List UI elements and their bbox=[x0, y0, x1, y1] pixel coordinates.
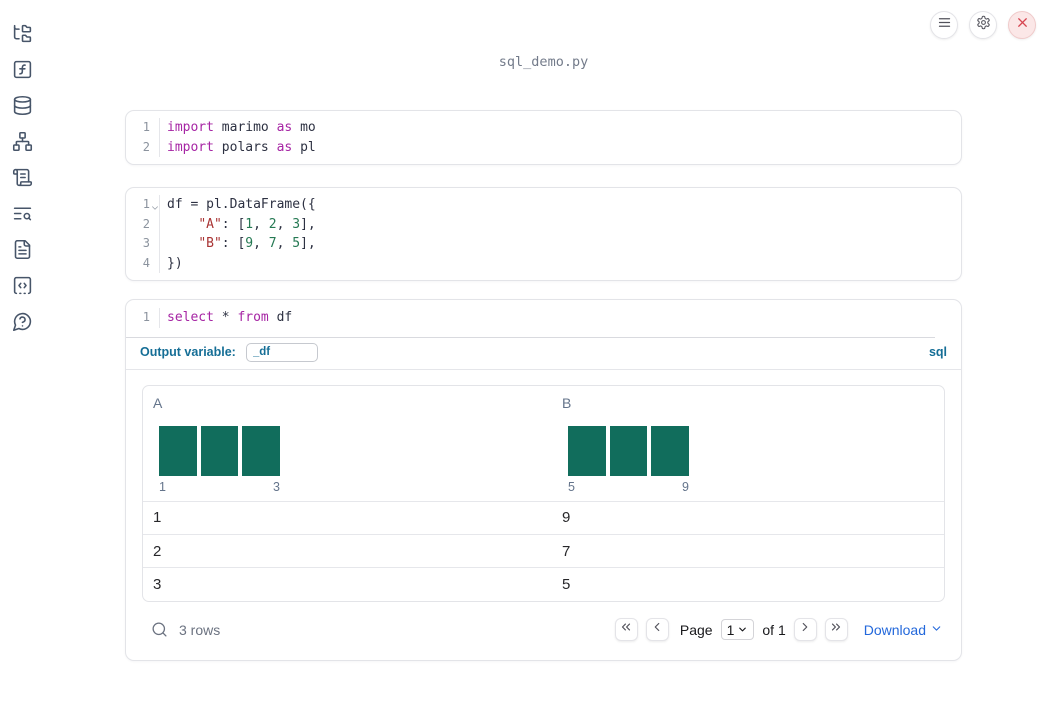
window-controls bbox=[930, 11, 1036, 39]
histogram-bar bbox=[200, 425, 239, 476]
code-line[interactable]: import marimo as mo bbox=[167, 118, 316, 138]
help-circle-icon[interactable] bbox=[12, 311, 33, 332]
table-cell: 9 bbox=[562, 509, 571, 527]
fold-chevron-icon[interactable] bbox=[150, 200, 160, 210]
sql-editor[interactable]: 1 select * from df bbox=[126, 300, 961, 337]
menu-button[interactable] bbox=[930, 11, 958, 39]
code-text: select * from df bbox=[160, 308, 292, 328]
line-number: 1 bbox=[142, 310, 150, 324]
page-select[interactable]: 1 bbox=[720, 619, 755, 641]
code-cell-imports: 1 2 import marimo as mo import polars as… bbox=[125, 110, 962, 165]
code-line[interactable]: df = pl.DataFrame({ bbox=[167, 195, 316, 215]
table-cell: 5 bbox=[562, 575, 571, 593]
last-page-button[interactable] bbox=[824, 618, 848, 642]
code-line[interactable]: }) bbox=[167, 254, 316, 274]
row-count: 3 rows bbox=[179, 621, 221, 638]
scroll-icon[interactable] bbox=[12, 167, 33, 188]
histogram-bar bbox=[609, 425, 648, 476]
table-cell: 1 bbox=[153, 509, 162, 527]
table-cell: 2 bbox=[153, 542, 162, 560]
previous-page-button[interactable] bbox=[645, 618, 669, 642]
line-number: 2 bbox=[142, 216, 150, 231]
table-row[interactable]: 1 9 bbox=[143, 500, 944, 534]
line-number-gutter: 1 bbox=[126, 308, 160, 328]
column-title: A bbox=[153, 394, 163, 411]
line-number: 1 bbox=[142, 197, 150, 211]
document-icon[interactable] bbox=[12, 239, 33, 260]
table-row[interactable]: 2 7 bbox=[143, 533, 944, 567]
page-select-value: 1 bbox=[726, 621, 735, 638]
chevron-right-icon bbox=[798, 620, 812, 639]
code-text: import marimo as mo import polars as pl bbox=[160, 118, 316, 157]
line-number: 4 bbox=[142, 255, 150, 270]
line-number: 2 bbox=[142, 139, 150, 154]
code-brackets-icon[interactable] bbox=[12, 275, 33, 296]
histogram-bar bbox=[651, 425, 690, 476]
chevron-left-icon bbox=[650, 620, 664, 639]
page-total: of 1 bbox=[762, 621, 786, 638]
column-histogram: 1 3 bbox=[159, 425, 281, 494]
chevron-down-icon bbox=[930, 622, 943, 638]
chevron-down-icon bbox=[737, 622, 748, 638]
code-line[interactable]: "B": [9, 7, 5], bbox=[167, 234, 315, 254]
code-line[interactable]: "A": [1, 2, 3], bbox=[167, 215, 315, 235]
database-icon[interactable] bbox=[12, 95, 33, 116]
chevrons-left-icon bbox=[619, 620, 633, 639]
download-label: Download bbox=[863, 621, 926, 638]
first-page-button[interactable] bbox=[614, 618, 638, 642]
settings-button[interactable] bbox=[969, 11, 997, 39]
line-number-gutter: 1 2 bbox=[126, 118, 160, 157]
code-line[interactable]: import polars as pl bbox=[167, 138, 316, 158]
shutdown-button[interactable] bbox=[1008, 11, 1036, 39]
gear-icon bbox=[976, 15, 991, 35]
histogram-bar bbox=[242, 425, 281, 476]
code-text: df = pl.DataFrame({ "A": [1, 2, 3], "B":… bbox=[160, 195, 316, 273]
histogram-max-label: 3 bbox=[273, 479, 280, 494]
cell-output: A 1 3 B 5 9 1 9 2 7 3 5 3 rows Page 1 of… bbox=[126, 370, 961, 660]
histogram-bar bbox=[568, 425, 606, 476]
line-number: 1 bbox=[142, 120, 150, 134]
histogram-min-label: 1 bbox=[159, 479, 166, 494]
dependency-graph-icon[interactable] bbox=[12, 131, 33, 152]
sql-cell: 1 select * from df Output variable: sql … bbox=[125, 299, 962, 661]
file-tree-icon[interactable] bbox=[12, 23, 33, 44]
table-header: A 1 3 B 5 9 bbox=[143, 386, 944, 501]
sidebar bbox=[0, 0, 44, 713]
pagination: Page 1 of 1 Download bbox=[614, 618, 943, 642]
menu-icon bbox=[937, 15, 952, 35]
close-icon bbox=[1015, 15, 1030, 35]
next-page-button[interactable] bbox=[793, 618, 817, 642]
notebook-filename: sql_demo.py bbox=[498, 54, 589, 70]
column-header-b[interactable]: B 5 9 bbox=[552, 386, 944, 501]
histogram-min-label: 5 bbox=[568, 479, 575, 494]
function-square-icon[interactable] bbox=[12, 59, 33, 80]
output-variable-label: Output variable: bbox=[140, 345, 236, 359]
notebook: sql_demo.py 1 2 import marimo as mo impo… bbox=[44, 0, 1043, 661]
list-search-icon[interactable] bbox=[12, 203, 33, 224]
code-editor[interactable]: 1 2 3 4 df = pl.DataFrame({ "A": [1, 2, … bbox=[126, 188, 961, 280]
output-variable-input[interactable] bbox=[245, 342, 318, 362]
histogram-bar bbox=[159, 425, 197, 476]
code-line[interactable]: select * from df bbox=[167, 308, 292, 328]
table-cell: 3 bbox=[153, 575, 162, 593]
output-variable-row: Output variable: sql bbox=[126, 338, 961, 370]
histogram-max-label: 9 bbox=[682, 479, 689, 494]
chevrons-right-icon bbox=[829, 620, 843, 639]
page-label: Page bbox=[679, 621, 713, 638]
table-footer: 3 rows Page 1 of 1 Download bbox=[142, 612, 945, 648]
data-table: A 1 3 B 5 9 1 9 2 7 3 5 bbox=[142, 384, 945, 602]
language-badge[interactable]: sql bbox=[929, 345, 947, 359]
table-row[interactable]: 3 5 bbox=[143, 567, 944, 600]
line-number: 3 bbox=[142, 236, 150, 250]
search-icon[interactable] bbox=[151, 621, 168, 638]
line-number-gutter: 1 2 3 4 bbox=[126, 195, 160, 273]
column-title: B bbox=[562, 394, 572, 411]
download-button[interactable]: Download bbox=[864, 622, 943, 638]
code-editor[interactable]: 1 2 import marimo as mo import polars as… bbox=[126, 111, 961, 164]
code-cell-dataframe: 1 2 3 4 df = pl.DataFrame({ "A": [1, 2, … bbox=[125, 187, 962, 281]
column-histogram: 5 9 bbox=[568, 425, 690, 494]
column-header-a[interactable]: A 1 3 bbox=[143, 386, 552, 501]
table-cell: 7 bbox=[562, 542, 571, 560]
